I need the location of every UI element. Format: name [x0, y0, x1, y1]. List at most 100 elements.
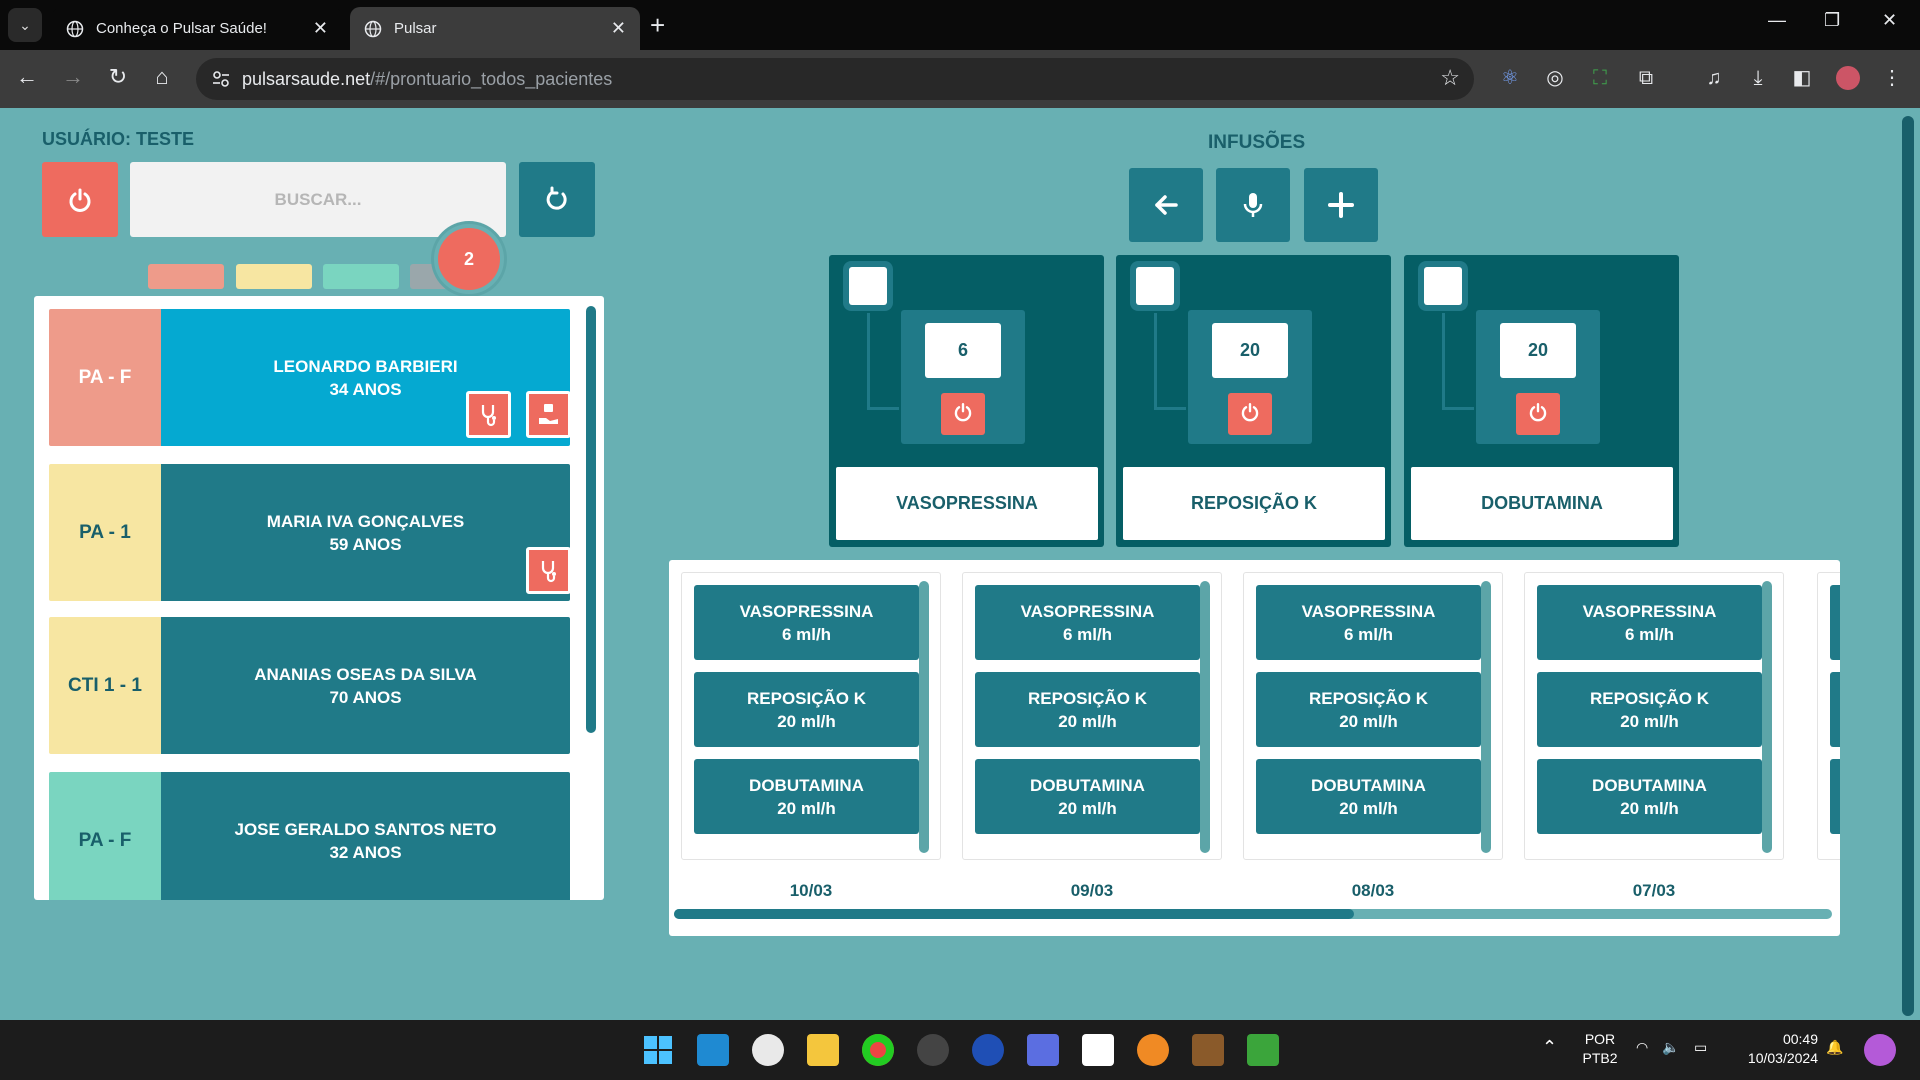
tab-search-icon[interactable]: ⌄ — [8, 8, 42, 42]
language-indicator[interactable]: POR PTB2 — [1582, 1030, 1618, 1068]
pump-rate-value[interactable]: 20 — [1212, 323, 1288, 378]
extensions-puzzle-icon[interactable]: ⧉ — [1634, 66, 1658, 90]
stethoscope-button[interactable] — [466, 391, 511, 438]
screenshot-extension-icon[interactable]: ⛶ — [1588, 66, 1612, 90]
voice-input-button[interactable] — [1216, 168, 1290, 242]
battery-icon[interactable]: ▭ — [1694, 1038, 1707, 1057]
creeper-icon[interactable] — [1247, 1034, 1279, 1066]
day-scrollbar[interactable] — [1762, 581, 1772, 853]
day-scrollbar[interactable] — [1200, 581, 1210, 853]
windows-taskbar: ⌃ POR PTB2 ◠ 🔈 ▭ 00:49 10/03/2024 🔔 — [0, 1020, 1920, 1080]
day-scrollbar[interactable] — [919, 581, 929, 853]
github-desktop-icon[interactable] — [752, 1034, 784, 1066]
address-bar[interactable]: pulsarsaude.net/#/prontuario_todos_pacie… — [196, 58, 1474, 100]
browser-toolbar: ← → ↻ ⌂ pulsarsaude.net/#/prontuario_tod… — [0, 50, 1920, 108]
obs-icon[interactable] — [917, 1034, 949, 1066]
history-entry[interactable]: DOBUTAMINA 20 ml/h — [1256, 759, 1481, 834]
history-entry[interactable]: REPOSIÇÃO K 20 ml/h — [694, 672, 919, 747]
windows-start-icon[interactable] — [642, 1034, 674, 1066]
capcut-icon[interactable] — [1082, 1034, 1114, 1066]
restore-icon[interactable]: ❐ — [1824, 10, 1840, 31]
care-button[interactable] — [526, 391, 571, 438]
pump-checkbox[interactable] — [1424, 267, 1462, 305]
close-tab-icon[interactable]: ✕ — [611, 18, 626, 39]
pump-drug-name[interactable]: DOBUTAMINA — [1411, 467, 1673, 540]
back-icon[interactable]: ← — [12, 64, 42, 90]
history-entry[interactable]: DOBUTAMINA 20 ml/h — [975, 759, 1200, 834]
copilot-icon[interactable] — [1864, 1034, 1896, 1066]
patient-list-scrollbar[interactable] — [586, 306, 596, 733]
globe-icon — [364, 20, 382, 37]
history-entry[interactable] — [1830, 672, 1840, 747]
react-devtools-icon[interactable]: ⚛ — [1498, 66, 1522, 90]
back-button[interactable] — [1129, 168, 1203, 242]
filter-chip[interactable] — [236, 264, 312, 289]
minimize-icon[interactable]: — — [1768, 10, 1786, 31]
minecraft-launcher-icon[interactable] — [1192, 1034, 1224, 1066]
media-control-icon[interactable]: ♫ — [1702, 66, 1726, 90]
history-entry[interactable]: REPOSIÇÃO K 20 ml/h — [975, 672, 1200, 747]
file-explorer-icon[interactable] — [807, 1034, 839, 1066]
pump-power-button[interactable] — [941, 393, 985, 435]
extension-target-icon[interactable]: ◎ — [1543, 66, 1567, 90]
browser-tab-1[interactable]: Conheça o Pulsar Saúde! ✕ — [52, 7, 342, 50]
app-icon-2[interactable] — [1027, 1034, 1059, 1066]
filter-chip[interactable] — [148, 264, 224, 289]
pump-rate-value[interactable]: 20 — [1500, 323, 1576, 378]
new-tab-icon[interactable]: + — [650, 10, 665, 41]
chrome-icon[interactable] — [862, 1034, 894, 1066]
history-scroll-thumb[interactable] — [674, 909, 1354, 919]
history-entry[interactable]: DOBUTAMINA 20 ml/h — [1537, 759, 1762, 834]
clock[interactable]: 00:49 10/03/2024 — [1732, 1030, 1818, 1068]
refresh-icon — [546, 186, 567, 210]
download-icon[interactable]: ⤓ — [1746, 66, 1770, 90]
history-entry[interactable]: VASOPRESSINA 6 ml/h — [975, 585, 1200, 660]
pump-rate-value[interactable]: 6 — [925, 323, 1001, 378]
add-infusion-button[interactable] — [1304, 168, 1378, 242]
history-entry[interactable]: VASOPRESSINA 6 ml/h — [1537, 585, 1762, 660]
wifi-icon[interactable]: ◠ — [1636, 1038, 1648, 1057]
pump-drug-name[interactable]: REPOSIÇÃO K — [1123, 467, 1385, 540]
app-icon-1[interactable] — [972, 1034, 1004, 1066]
browser-tab-2[interactable]: Pulsar ✕ — [350, 7, 640, 50]
history-entry[interactable]: REPOSIÇÃO K 20 ml/h — [1537, 672, 1762, 747]
patient-card[interactable]: CTI 1 - 1 ANANIAS OSEAS DA SILVA 70 ANOS — [49, 617, 570, 754]
history-entry[interactable] — [1830, 585, 1840, 660]
filter-chip[interactable] — [323, 264, 399, 289]
logout-button[interactable] — [42, 162, 118, 237]
pump-drug-name[interactable]: VASOPRESSINA — [836, 467, 1098, 540]
home-icon[interactable]: ⌂ — [147, 64, 177, 90]
page-scrollbar[interactable] — [1902, 116, 1914, 1016]
refresh-button[interactable] — [519, 162, 595, 237]
history-entry[interactable]: REPOSIÇÃO K 20 ml/h — [1256, 672, 1481, 747]
pump-checkbox[interactable] — [849, 267, 887, 305]
pump-checkbox[interactable] — [1136, 267, 1174, 305]
volume-icon[interactable]: 🔈 — [1662, 1038, 1679, 1057]
profile-avatar[interactable] — [1836, 66, 1860, 90]
vscode-icon[interactable] — [697, 1034, 729, 1066]
history-entry[interactable] — [1830, 759, 1840, 834]
side-panel-icon[interactable]: ◧ — [1790, 66, 1814, 90]
notification-count-badge[interactable]: 2 — [434, 224, 504, 294]
blender-icon[interactable] — [1137, 1034, 1169, 1066]
notification-bell-icon[interactable]: 🔔 — [1826, 1038, 1843, 1057]
search-input[interactable] — [130, 162, 506, 237]
history-entry[interactable]: DOBUTAMINA 20 ml/h — [694, 759, 919, 834]
pump-body: 20 — [1476, 310, 1600, 444]
patient-card[interactable]: PA - 1 MARIA IVA GONÇALVES 59 ANOS — [49, 464, 570, 601]
day-scrollbar[interactable] — [1481, 581, 1491, 853]
close-window-icon[interactable]: ✕ — [1882, 10, 1897, 31]
close-tab-icon[interactable]: ✕ — [313, 18, 328, 39]
patient-card[interactable]: PA - F JOSE GERALDO SANTOS NETO 32 ANOS — [49, 772, 570, 900]
forward-icon[interactable]: → — [58, 64, 88, 90]
pump-power-button[interactable] — [1516, 393, 1560, 435]
pump-power-button[interactable] — [1228, 393, 1272, 435]
show-hidden-icons[interactable]: ⌃ — [1542, 1038, 1557, 1057]
menu-kebab-icon[interactable]: ⋮ — [1880, 66, 1904, 90]
history-entry[interactable]: VASOPRESSINA 6 ml/h — [694, 585, 919, 660]
bookmark-star-icon[interactable]: ☆ — [1440, 65, 1460, 91]
site-info-icon[interactable] — [210, 68, 232, 90]
reload-icon[interactable]: ↻ — [103, 64, 133, 90]
history-entry[interactable]: VASOPRESSINA 6 ml/h — [1256, 585, 1481, 660]
stethoscope-button[interactable] — [526, 547, 571, 594]
